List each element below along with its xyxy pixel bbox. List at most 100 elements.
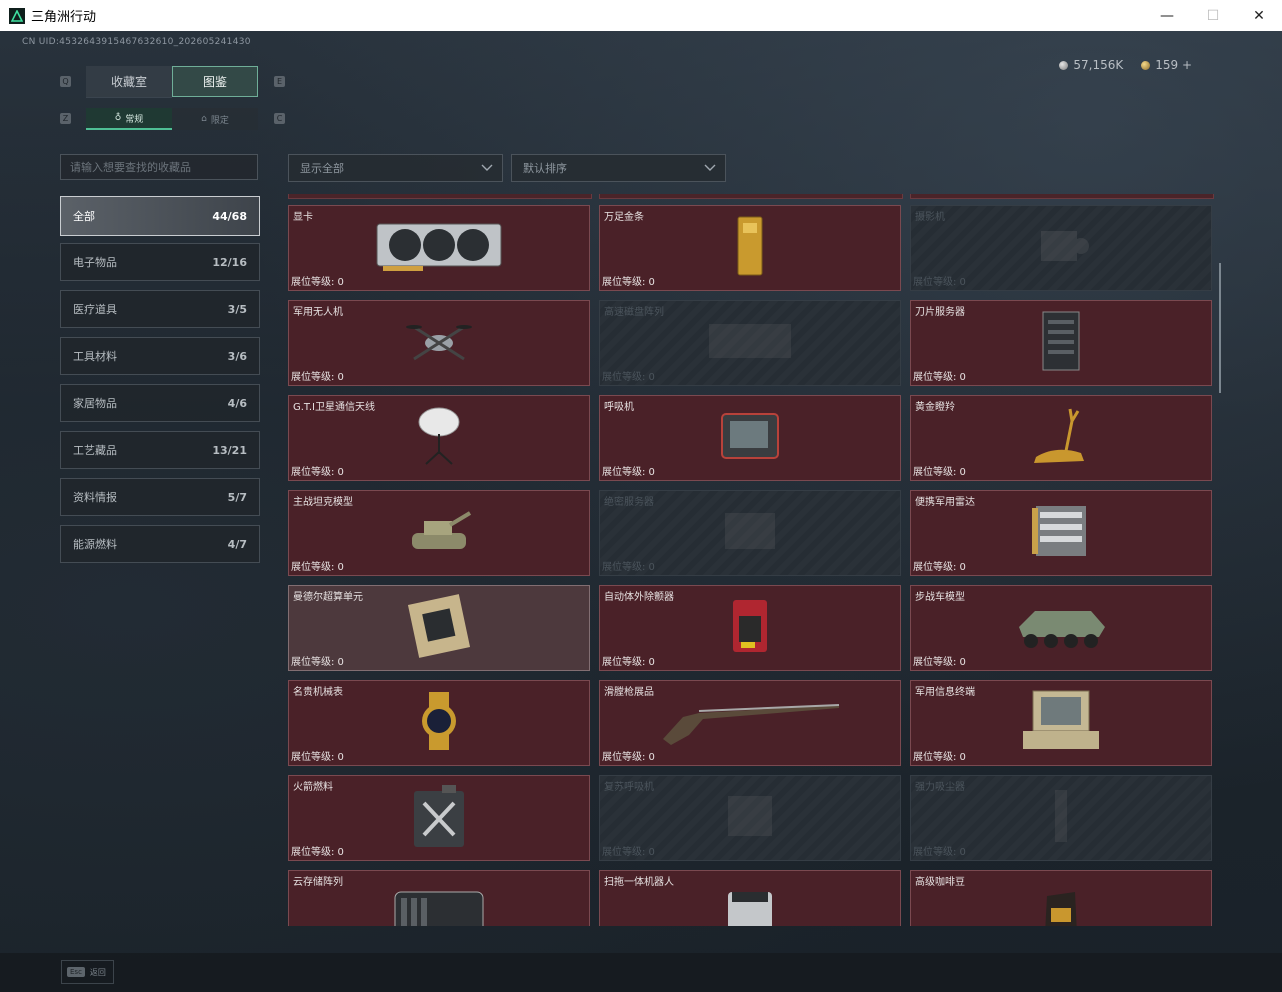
item-card[interactable]: 主战坦克模型 展位等级: 0 [288,490,590,576]
robot-vacuum-icon [724,888,776,926]
category-electronics[interactable]: 电子物品 12/16 [60,243,260,281]
window-titlebar: 三角洲行动 — ☐ ✕ [0,0,1282,32]
item-card[interactable]: 火箭燃料 展位等级: 0 [288,775,590,861]
category-count: 3/5 [227,302,247,316]
chevron-down-icon [481,164,493,171]
item-name: 高级咖啡豆 [915,877,965,888]
grid-scrollbar[interactable] [1219,263,1221,393]
category-intel[interactable]: 资料情报 5/7 [60,478,260,516]
item-display-level: 展位等级: 0 [913,562,966,573]
item-name: 名贵机械表 [293,687,343,698]
gold-currency[interactable]: 159 + [1141,58,1192,72]
camera-icon [1031,221,1091,275]
item-display-level: 展位等级: 0 [291,752,344,763]
item-card[interactable]: 军用无人机 展位等级: 0 [288,300,590,386]
item-card[interactable]: 摄影机 展位等级: 0 [910,205,1212,291]
tab-limited[interactable]: ⌂ 限定 [172,108,258,130]
item-card[interactable]: 刀片服务器 展位等级: 0 [910,300,1212,386]
item-name: 便携军用雷达 [915,497,975,508]
item-card[interactable]: 呼吸机展位等级: 0 [599,395,901,481]
card-edge [288,194,592,199]
item-card[interactable]: G.T.I卫星通信天线 展位等级: 0 [288,395,590,481]
item-name: 呼吸机 [604,402,634,413]
back-button[interactable]: Esc 返回 [61,960,114,984]
item-display-level: 展位等级: 0 [913,277,966,288]
category-crafts[interactable]: 工艺藏品 13/21 [60,431,260,469]
item-card[interactable]: 复苏呼吸机展位等级: 0 [599,775,901,861]
item-name: 复苏呼吸机 [604,782,654,793]
item-name: 军用无人机 [293,307,343,318]
item-display-level: 展位等级: 0 [913,657,966,668]
gold-gazelle-icon [1026,405,1096,471]
item-name: 自动体外除颤器 [604,592,674,603]
item-card[interactable]: 滑膛枪展品 展位等级: 0 [599,680,901,766]
category-household[interactable]: 家居物品 4/6 [60,384,260,422]
sort-dropdown[interactable]: 默认排序 [511,154,726,182]
item-card[interactable]: 强力吸尘器 展位等级: 0 [910,775,1212,861]
item-display-level: 展位等级: 0 [291,277,344,288]
item-name: 强力吸尘器 [915,782,965,793]
ventilator-icon [719,410,781,466]
item-card[interactable]: 高级咖啡豆 [910,870,1212,926]
disk-array-icon [705,316,795,370]
category-all[interactable]: 全部 44/68 [60,196,260,236]
item-name: 显卡 [293,212,313,223]
item-card[interactable]: 便携军用雷达 展位等级: 0 [910,490,1212,576]
chevron-down-icon [704,164,716,171]
esc-key-icon: Esc [67,967,85,977]
vacuum-icon [1041,786,1081,850]
item-card[interactable]: 扫拖一体机器人 [599,870,901,926]
item-display-level: 展位等级: 0 [913,372,966,383]
item-card[interactable]: 云存储阵列 [288,870,590,926]
category-count: 44/68 [212,209,247,223]
item-card[interactable]: 步战车模型 展位等级: 0 [910,585,1212,671]
category-label: 工艺藏品 [73,444,117,457]
tab-collection-room[interactable]: 收藏室 [86,66,172,98]
item-display-level: 展位等级: 0 [602,467,655,478]
category-count: 12/16 [212,255,247,269]
item-card[interactable]: 万足金条 展位等级: 0 [599,205,901,291]
category-label: 医疗道具 [73,303,117,316]
card-edge [910,194,1214,199]
category-label: 资料情报 [73,491,117,504]
category-tools[interactable]: 工具材料 3/6 [60,337,260,375]
item-card[interactable]: 显卡展位等级: 0 [288,205,590,291]
item-display-level: 展位等级: 0 [291,562,344,573]
item-display-level: 展位等级: 0 [913,752,966,763]
radar-icon [1030,502,1092,564]
tank-icon [404,503,474,563]
tab-regular-label: 常规 [125,114,144,125]
category-medical[interactable]: 医疗道具 3/5 [60,290,260,328]
bottom-bar [0,953,1282,992]
item-card[interactable]: 高速磁盘阵列 展位等级: 0 [599,300,901,386]
resuscitator-icon [720,788,780,848]
item-display-level: 展位等级: 0 [602,752,655,763]
key-hint-c: C [274,113,285,124]
search-input[interactable]: 请输入想要查找的收藏品 [60,154,258,180]
item-card[interactable]: 曼德尔超算单元 展位等级: 0 [288,585,590,671]
display-filter-value: 显示全部 [300,162,344,175]
display-filter-dropdown[interactable]: 显示全部 [288,154,503,182]
item-name: 高速磁盘阵列 [604,307,664,318]
item-grid: 显卡 展位等级: 0 万足金条 展位等级: 0 摄影机 展位等级: 0 军用无人机 展位等级:… [288,194,1216,926]
item-name: 曼德尔超算单元 [293,592,363,603]
satellite-dish-icon [414,406,464,470]
storage-array-icon [389,888,489,926]
item-display-level: 展位等级: 0 [602,847,655,858]
item-card[interactable]: 自动体外除颤器 展位等级: 0 [599,585,901,671]
category-label: 工具材料 [73,350,117,363]
item-card[interactable]: 名贵机械表展位等级: 0 [288,680,590,766]
gold-amount: 159 + [1155,58,1192,72]
tab-catalog[interactable]: 图鉴 [172,66,258,97]
item-display-level: 展位等级: 0 [602,277,655,288]
close-button[interactable]: ✕ [1236,0,1282,31]
item-card[interactable]: 军用信息终端 展位等级: 0 [910,680,1212,766]
item-card[interactable]: 黄金瞪羚 展位等级: 0 [910,395,1212,481]
minimize-button[interactable]: — [1144,0,1190,31]
key-hint-z: Z [60,113,71,124]
category-fuel[interactable]: 能源燃料 4/7 [60,525,260,563]
item-card[interactable]: 绝密服务器 展位等级: 0 [599,490,901,576]
maximize-button[interactable]: ☐ [1190,0,1236,31]
tab-regular[interactable]: ♁ 常规 [86,108,172,130]
category-count: 4/6 [227,396,247,410]
